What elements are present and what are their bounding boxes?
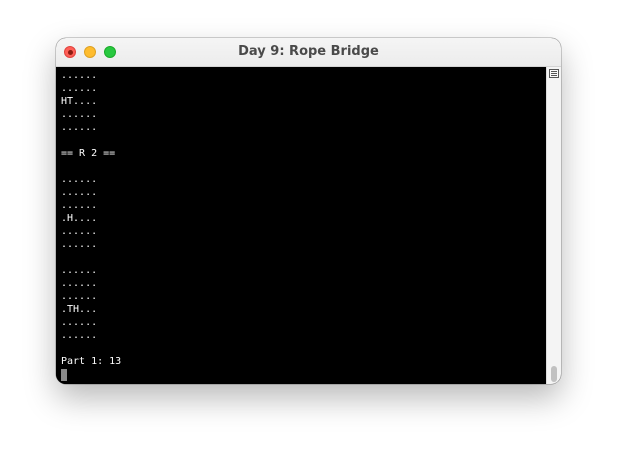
scrollbar-menu-icon[interactable] [549,69,559,78]
terminal-line: ...... [61,174,98,185]
terminal-line: HT.... [61,96,98,107]
terminal-line: == R 2 == [61,148,116,159]
terminal-line: ...... [61,187,98,198]
terminal-view[interactable]: ...... ...... HT.... ...... ...... == R … [56,67,546,384]
terminal-line: ...... [61,317,98,328]
terminal-line: ...... [61,109,98,120]
terminal-line: ...... [61,265,98,276]
terminal-line: Part 1: 13 [61,356,122,367]
terminal-line: ...... [61,200,98,211]
terminal-line: ...... [61,226,98,237]
scrollbar-thumb[interactable] [551,366,557,382]
terminal-line: ...... [61,122,98,133]
terminal-line: ...... [61,239,98,250]
terminal-line: .H.... [61,213,98,224]
title-bar[interactable]: Day 9: Rope Bridge [56,38,561,67]
terminal-output: ...... ...... HT.... ...... ...... == R … [61,69,121,381]
terminal-line: ...... [61,70,98,81]
terminal-line: ...... [61,83,98,94]
text-cursor [61,369,67,381]
vertical-scrollbar[interactable] [546,67,561,384]
terminal-line: .TH... [61,304,98,315]
terminal-line: ...... [61,330,98,341]
terminal-line: ...... [61,278,98,289]
terminal-window: Day 9: Rope Bridge ...... ...... HT.... … [56,38,561,384]
terminal-line: ...... [61,291,98,302]
window-title: Day 9: Rope Bridge [238,44,379,59]
